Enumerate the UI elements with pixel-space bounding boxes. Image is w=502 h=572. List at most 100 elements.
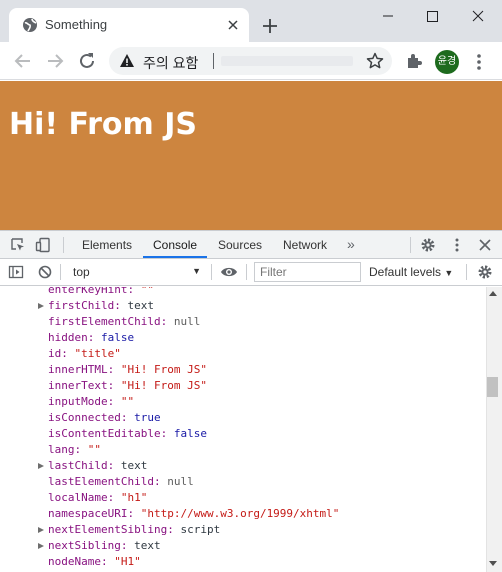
maximize-icon[interactable] [420,6,444,26]
property-entry: lastChild: text [48,459,148,472]
property-entry: inputMode: "" [48,395,135,408]
dropdown-caret-icon: ▼ [192,266,201,276]
property-key: nodeName [48,555,101,568]
page-viewport: Hi! From JS [0,81,502,230]
tab-strip: Something [0,0,502,42]
property-value: "" [140,287,154,296]
tab-title: Something [45,17,108,32]
back-arrow-icon[interactable] [12,50,34,72]
address-bar[interactable]: 주의 요함 [109,47,392,75]
property-value: "title" [74,347,121,360]
console-settings-gear-icon[interactable] [477,264,493,280]
console-scrollbar[interactable] [486,287,502,572]
property-entry: namespaceURI: "http://www.w3.org/1999/xh… [48,507,340,520]
property-key: isConnected [48,411,121,424]
warning-icon[interactable] [119,53,135,69]
tab-console[interactable]: Console [153,238,197,252]
property-key: lastElementChild [48,475,154,488]
toolbar-divider [410,237,411,253]
toolbar-divider [466,264,467,280]
console-toolbar: top ▼ Default levels ▼ [0,259,502,286]
property-entry: nextElementSibling: script [48,523,221,536]
tab-sources[interactable]: Sources [218,238,262,252]
property-key: lastChild [48,459,108,472]
property-entry: lang: "" [48,443,101,456]
property-entry: innerHTML: "Hi! From JS" [48,363,207,376]
show-sidebar-icon[interactable] [8,264,24,280]
clear-console-icon[interactable] [37,264,53,280]
property-key: nextSibling [48,539,121,552]
console-filter-input[interactable] [254,262,361,282]
scrollbar-thumb[interactable] [487,377,498,397]
console-property-row: enterKeyHint: "" [0,287,486,298]
toolbar-divider [211,264,212,280]
new-tab-icon[interactable] [260,16,280,36]
console-property-row: lastElementChild: null [0,474,486,490]
expand-triangle-icon[interactable] [38,303,44,309]
live-expression-eye-icon[interactable] [220,264,238,280]
devtools-panel: Elements Console Sources Network » top ▼… [0,230,502,572]
context-selector[interactable]: top ▼ [67,263,205,281]
browser-menu-icon[interactable] [472,52,486,72]
scroll-up-icon[interactable] [489,291,497,296]
tab-network[interactable]: Network [283,238,327,252]
property-value: "Hi! From JS" [120,379,207,392]
close-devtools-icon[interactable] [477,237,493,253]
property-key: lang [48,443,75,456]
property-key: isContentEditable [48,427,161,440]
property-value: "http://www.w3.org/1999/xhtml" [140,507,340,520]
console-property-row[interactable]: lastChild: text [0,458,486,474]
security-status-text[interactable]: 주의 요함 [143,53,198,73]
property-entry: localName: "h1" [48,491,148,504]
inspect-element-icon[interactable] [10,237,26,253]
property-entry: lastElementChild: null [48,475,194,488]
bookmark-star-icon[interactable] [366,52,384,70]
property-entry: id: "title" [48,347,121,360]
property-value: text [127,299,154,312]
property-key: innerText [48,379,108,392]
close-tab-icon[interactable] [225,17,241,33]
property-entry: isConnected: true [48,411,161,424]
console-property-row: innerText: "Hi! From JS" [0,378,486,394]
property-key: id [48,347,62,360]
url-text-blurred[interactable] [221,56,353,66]
more-tabs-icon[interactable]: » [347,236,355,252]
console-property-row: innerHTML: "Hi! From JS" [0,362,486,378]
extensions-puzzle-icon[interactable] [405,52,423,70]
scroll-down-icon[interactable] [489,561,497,566]
property-entry: isContentEditable: false [48,427,207,440]
window-close-icon[interactable] [466,6,490,26]
property-value: null [167,475,194,488]
reload-icon[interactable] [76,50,98,72]
property-entry: firstElementChild: null [48,315,201,328]
property-value: true [134,411,161,424]
console-property-row: firstElementChild: null [0,314,486,330]
expand-triangle-icon[interactable] [38,527,44,533]
forward-arrow-icon[interactable] [44,50,66,72]
property-value: "" [120,395,135,408]
profile-avatar[interactable]: 윤경 [435,50,459,74]
property-value: "Hi! From JS" [120,363,207,376]
log-levels-label: Default levels [369,265,442,279]
console-property-row[interactable]: nextElementSibling: script [0,522,486,538]
device-toolbar-icon[interactable] [35,237,51,253]
active-tab-indicator [143,256,207,258]
devtools-menu-icon[interactable] [449,237,465,253]
log-levels-dropdown[interactable]: Default levels ▼ [369,265,453,279]
settings-gear-icon[interactable] [420,237,436,253]
expand-triangle-icon[interactable] [38,543,44,549]
property-key: hidden [48,331,88,344]
tab-elements[interactable]: Elements [82,238,132,252]
minimize-icon[interactable] [376,6,400,26]
property-key: inputMode [48,395,108,408]
console-property-row[interactable]: nextSibling: text [0,538,486,554]
property-key: nextElementSibling [48,523,168,536]
browser-tab[interactable]: Something [9,8,249,42]
property-entry: nodeName: "H1" [48,555,141,568]
expand-triangle-icon[interactable] [38,463,44,469]
property-entry: enterKeyHint: "" [48,287,154,298]
property-value: text [120,459,148,472]
console-property-row: lang: "" [0,442,486,458]
property-key: firstElementChild [48,315,161,328]
console-property-row[interactable]: firstChild: text [0,298,486,314]
